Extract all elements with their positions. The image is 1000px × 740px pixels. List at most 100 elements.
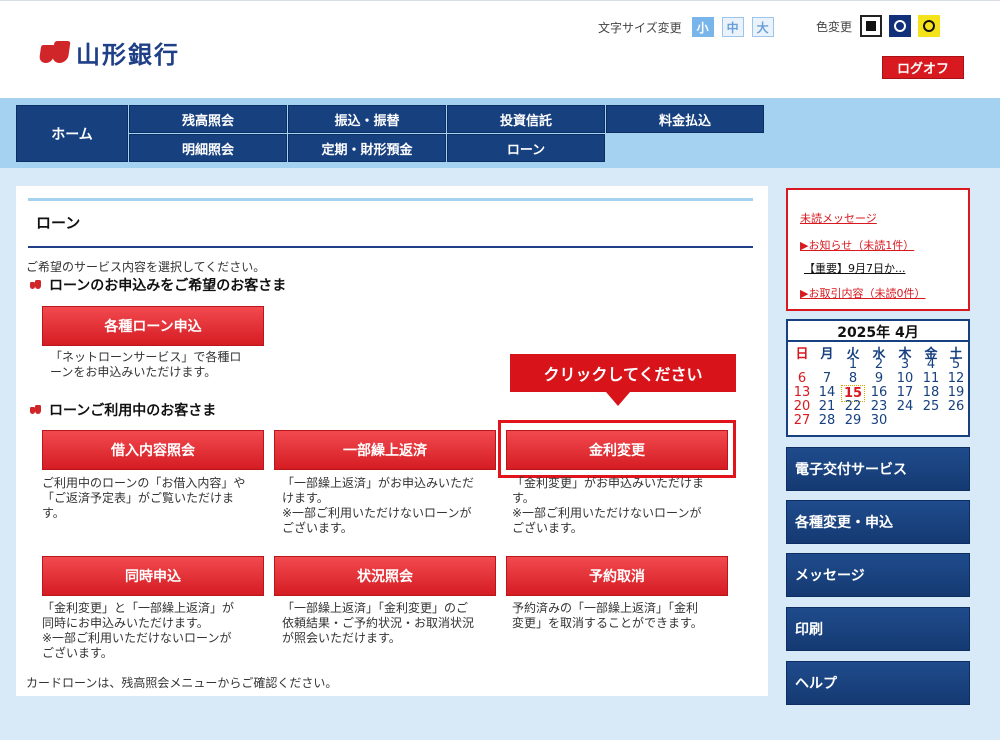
calendar-day: 28 [818,413,836,428]
calendar-day: 23 [870,399,888,414]
header: 山形銀行 文字サイズ変更 小 中 大 色変更 ログオフ [0,0,1000,90]
calendar-day: 7 [822,371,832,386]
logout-button[interactable]: ログオフ [882,56,964,79]
calendar-day: 17 [896,385,914,400]
nav-loan[interactable]: ローン [447,134,605,162]
calendar-day: 22 [844,399,862,414]
nav-statement[interactable]: 明細照会 [129,134,287,162]
calendar-day: 10 [896,371,914,386]
calendar-day: 27 [793,413,811,428]
status-inquiry-button[interactable]: 状況照会 [274,556,496,596]
section-heading-existing: ローンご利用中のお客さま [30,400,216,420]
intro-text: ご希望のサービス内容を選択してください。 [26,260,266,274]
color-dark-button[interactable] [889,15,912,37]
calendar-day: 21 [818,399,836,414]
desc-line: ございます。 [282,521,353,535]
font-size-small-button[interactable]: 小 [691,17,714,37]
square-icon [866,21,877,31]
notice-link[interactable]: ▶お知らせ（未読1件） [800,237,914,253]
desc-line: 予約済みの「一部繰上返済」「金利 [512,601,699,615]
nav-band: ホーム 残高照会 振込・振替 投資信託 料金払込 明細照会 定期・財形預金 ロー… [0,98,1000,168]
calendar-day: 1 [848,357,858,372]
click-here-tooltip: クリックしてください [510,354,736,392]
help-button[interactable]: ヘルプ [786,661,970,705]
circle-icon [923,20,936,32]
desc-line: ※一部ご利用いただけないローンが [42,631,232,645]
color-control: 色変更 [816,15,947,37]
calendar-day: 14 [818,385,836,400]
calendar-day: 13 [793,385,811,400]
bank-logo-icon [38,40,71,65]
messages-button[interactable]: メッセージ [786,553,970,597]
color-default-button[interactable] [860,15,883,37]
change-apply-button[interactable]: 各種変更・申込 [786,500,970,544]
calendar-day: 29 [844,413,862,428]
font-size-large-button[interactable]: 大 [751,17,774,37]
calendar-day: 16 [870,385,888,400]
loan-apply-description: 「ネットローンサービス」で各種ロ ーンをお申込みいただけます。 [50,350,272,380]
desc-line: 「一部繰上返済」「金利変更」のご [282,601,469,615]
divider [28,246,753,248]
divider [28,198,753,201]
calendar-weekday: 月 [820,347,834,362]
calendar-day: 26 [947,399,965,414]
main-nav: ホーム 残高照会 振込・振替 投資信託 料金払込 明細照会 定期・財形預金 ロー… [16,105,766,162]
loan-apply-button[interactable]: 各種ローン申込 [42,306,264,346]
calendar-day: 11 [922,371,940,386]
nav-home[interactable]: ホーム [16,105,128,162]
font-size-control: 文字サイズ変更 小 中 大 [598,17,782,37]
desc-line: 「一部繰上返済」がお申込みいただ [282,476,475,490]
bank-logo[interactable]: 山形銀行 [38,35,180,70]
section-title: ローンご利用中のお客さま [49,403,217,419]
desc-line: 同時にお申込みいただけます。 [42,616,209,630]
message-box: 未読メッセージ ▶お知らせ（未読1件） 【重要】9月7日か... ▶お取引内容（… [786,188,970,311]
calendar-day: 18 [922,385,940,400]
circle-icon [894,20,907,32]
color-yellow-button[interactable] [918,15,941,37]
nav-deposits[interactable]: 定期・財形預金 [288,134,446,162]
partial-repay-button[interactable]: 一部繰上返済 [274,430,496,470]
bank-name: 山形銀行 [76,40,180,69]
section-title: ローンのお申込みをご希望のお客さま [49,278,287,294]
desc-line: ご利用中のローンの「お借入内容」や [42,476,246,490]
calendar-title: 2025年 4月 [788,322,968,342]
page-area: ローン ご希望のサービス内容を選択してください。 ローンのお申込みをご希望のお客… [0,168,1000,740]
card-loan-note: カードローンは、残高照会メニューからご確認ください。 [26,676,338,690]
rate-change-highlight [498,420,736,478]
cancel-reservation-button[interactable]: 予約取消 [506,556,728,596]
calendar-day: 6 [797,371,807,386]
important-notice-link[interactable]: 【重要】9月7日か... [804,260,906,276]
unread-messages-link[interactable]: 未読メッセージ [800,210,877,226]
font-size-medium-button[interactable]: 中 [721,17,744,37]
calendar-day: 5 [951,357,961,372]
desc-line: ーンをお申込みいただけます。 [50,365,217,379]
calendar-day: 25 [922,399,940,414]
print-button[interactable]: 印刷 [786,607,970,651]
desc-line: ございます。 [42,646,113,660]
calendar-day: 20 [793,399,811,414]
simultaneous-apply-button[interactable]: 同時申込 [42,556,264,596]
calendar-day: 4 [926,357,936,372]
calendar-day: 19 [947,385,965,400]
nav-balance-inquiry[interactable]: 残高照会 [129,105,287,133]
desc-line: 依頼結果・ご予約状況・お取消状況 [282,616,475,630]
calendar-day: 24 [896,399,914,414]
calendar: 2025年 4月 日月火水木金土 1 2 3 4 5 6 7 8 9 10 11 12 13 14 15 16 1… [786,319,970,437]
simultaneous-apply-description: 「金利変更」と「一部繰上返済」が 同時にお申込みいただけます。 ※一部ご利用いた… [42,601,264,661]
calendar-weekday: 日 [795,347,809,362]
e-delivery-button[interactable]: 電子交付サービス [786,447,970,491]
cancel-reservation-description: 予約済みの「一部繰上返済」「金利 変更」を取消することができます。 [512,601,734,631]
desc-line: ございます。 [512,521,583,535]
desc-line: けます。 [282,491,329,505]
nav-payment[interactable]: 料金払込 [606,105,764,133]
transactions-link[interactable]: ▶お取引内容（未読0件） [800,285,925,301]
tooltip-arrow-icon [606,392,630,406]
borrow-inquiry-description: ご利用中のローンの「お借入内容」や 「ご返済予定表」がご覧いただけま す。 [42,476,264,521]
nav-investment-trust[interactable]: 投資信託 [447,105,605,133]
nav-transfer[interactable]: 振込・振替 [288,105,446,133]
desc-line: 「ご返済予定表」がご覧いただけま [42,491,235,505]
desc-line: 「ネットローンサービス」で各種ロ [50,350,242,364]
calendar-day: 12 [947,371,965,386]
desc-line: す。 [512,491,535,505]
borrow-inquiry-button[interactable]: 借入内容照会 [42,430,264,470]
